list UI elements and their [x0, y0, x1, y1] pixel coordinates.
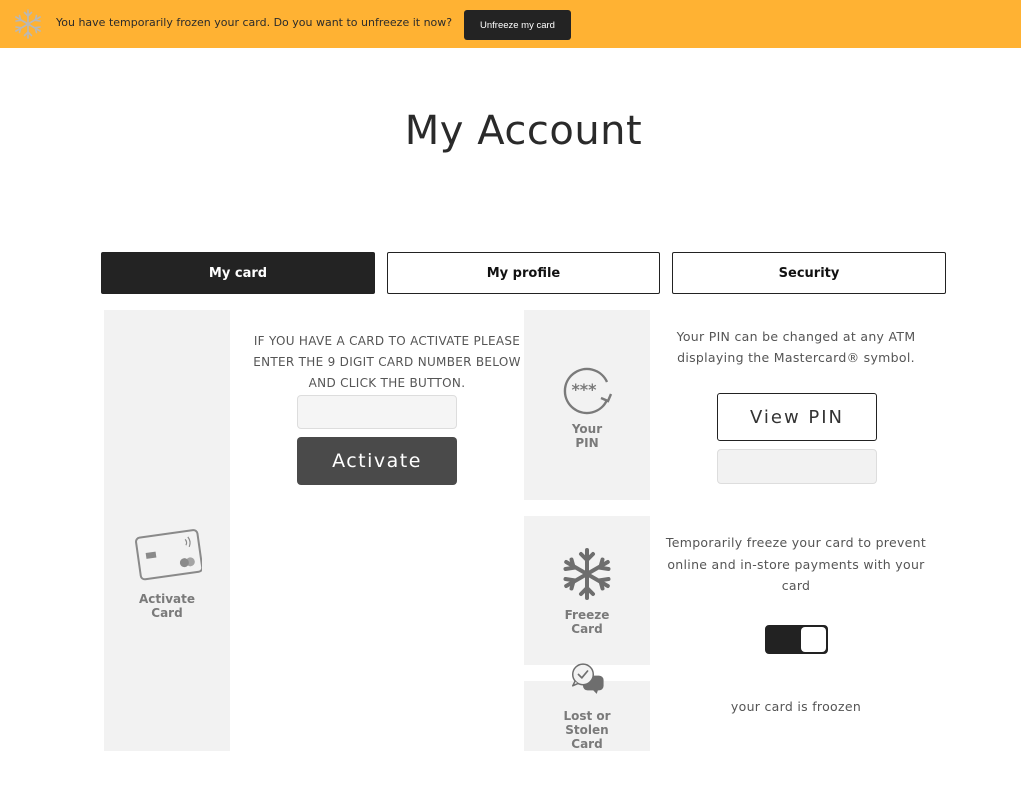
tab-my-card[interactable]: My card: [101, 252, 375, 294]
freeze-toggle[interactable]: [765, 625, 828, 654]
lost-stolen-card-tile[interactable]: Lost or Stolen Card: [524, 663, 650, 751]
snowflake-icon: [563, 547, 611, 600]
pin-display-field: [717, 449, 877, 484]
view-pin-button[interactable]: View PIN: [717, 393, 877, 441]
card-number-input[interactable]: [297, 395, 457, 429]
your-pin-tile[interactable]: *** Your PIN: [524, 310, 650, 500]
freeze-banner: You have temporarily frozen your card. D…: [0, 0, 1021, 48]
snowflake-icon: [15, 9, 41, 39]
activate-card-tile[interactable]: Activate Card: [104, 310, 230, 751]
activate-card-label: Activate Card: [138, 591, 196, 620]
activate-instructions: IF YOU HAVE A CARD TO ACTIVATE PLEASE EN…: [253, 334, 521, 390]
unfreeze-card-button[interactable]: Unfreeze my card: [464, 10, 571, 40]
freeze-card-label: Freeze Card: [564, 607, 610, 636]
freeze-card-tile[interactable]: Freeze Card: [524, 516, 650, 665]
freeze-description: Temporarily freeze your card to prevent …: [665, 535, 927, 593]
tab-security[interactable]: Security: [672, 252, 946, 294]
your-pin-label: Your PIN: [571, 422, 603, 450]
chat-check-icon: [571, 663, 604, 694]
banner-message: You have temporarily frozen your card. D…: [56, 16, 453, 29]
svg-text:***: ***: [571, 380, 597, 399]
credit-card-icon: [135, 528, 202, 580]
page-title: My Account: [404, 108, 643, 154]
toggle-knob: [801, 627, 826, 652]
freeze-status-text: your card is froozen: [730, 699, 862, 714]
activate-button[interactable]: Activate: [297, 437, 457, 485]
pin-description: Your PIN can be changed at any ATM displ…: [676, 329, 916, 365]
lost-stolen-card-label: Lost or Stolen Card: [563, 709, 611, 751]
tab-my-profile[interactable]: My profile: [387, 252, 660, 294]
pin-refresh-icon: ***: [563, 367, 613, 415]
